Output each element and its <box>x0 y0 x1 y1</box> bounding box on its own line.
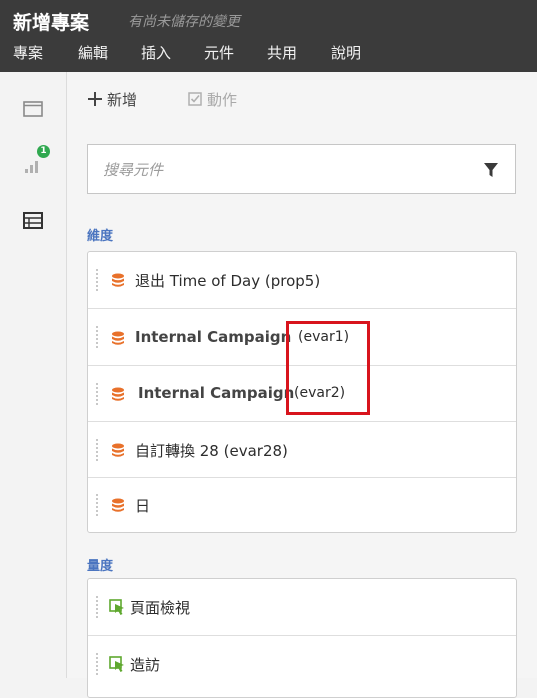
dimension-label: 自訂轉換 28 (evar28) <box>135 442 288 460</box>
metric-label: 頁面檢視 <box>130 599 191 617</box>
checkbox-icon <box>188 92 202 106</box>
list-item[interactable]: 退出 Time of Day (prop5) <box>88 252 516 309</box>
list-item[interactable]: Internal Campaign (evar2) <box>88 366 516 422</box>
dimension-id: (evar1) <box>298 329 350 345</box>
rail-components-button[interactable] <box>0 200 66 240</box>
drag-handle[interactable] <box>96 494 101 516</box>
dimension-icon <box>112 331 124 345</box>
metric-icon <box>109 599 124 615</box>
drag-handle[interactable] <box>96 653 101 675</box>
list-item[interactable]: 造訪 <box>88 636 516 693</box>
list-item[interactable]: Internal Campaign (evar1) <box>88 309 516 366</box>
metrics-list: 頁面檢視 造訪 <box>87 578 517 698</box>
search-input[interactable] <box>101 158 465 182</box>
menu-insert[interactable]: 插入 <box>141 42 171 63</box>
project-title: 新增專案 <box>13 12 90 34</box>
dimension-icon <box>112 498 124 512</box>
drag-handle[interactable] <box>96 439 101 461</box>
dimension-label: Internal Campaign <box>135 328 292 346</box>
app-header: 新增專案 有尚未儲存的變更 專案 編輯 插入 元件 共用 說明 <box>0 0 537 72</box>
metric-label: 造訪 <box>130 656 161 674</box>
menu-project[interactable]: 專案 <box>13 42 43 63</box>
action-button-label: 動作 <box>207 91 238 109</box>
drag-handle[interactable] <box>96 596 101 618</box>
menu-edit[interactable]: 編輯 <box>78 42 108 63</box>
menu-components[interactable]: 元件 <box>204 42 234 63</box>
new-button-label: 新增 <box>107 91 138 109</box>
dimension-icon <box>112 443 124 457</box>
dimensions-heading: 維度 <box>87 229 114 244</box>
dimension-icon <box>112 273 124 287</box>
dimension-label: Internal Campaign <box>138 384 295 402</box>
metrics-heading: 量度 <box>87 559 114 574</box>
dimension-label: 日 <box>135 497 151 515</box>
dimension-label: 退出 Time of Day (prop5) <box>135 272 321 290</box>
unsaved-changes-note: 有尚未儲存的變更 <box>128 14 240 30</box>
filter-icon[interactable] <box>483 162 499 178</box>
dimensions-list: 退出 Time of Day (prop5) Internal Campaign… <box>87 251 517 533</box>
components-list-icon <box>23 212 43 229</box>
notification-badge: 1 <box>37 145 50 158</box>
dimension-icon <box>112 387 124 401</box>
list-item[interactable]: 日 <box>88 478 516 532</box>
menu-help[interactable]: 說明 <box>331 42 361 63</box>
rail-visualizations-button[interactable]: 1 <box>0 144 66 184</box>
panel-toolbar: 新增 動作 <box>67 72 537 124</box>
rail-panels-button[interactable] <box>0 88 66 128</box>
list-item[interactable]: 頁面檢視 <box>88 579 516 636</box>
panel-icon <box>23 101 43 117</box>
menu-bar: 專案 編輯 插入 元件 共用 說明 <box>0 42 537 62</box>
metric-icon <box>109 656 124 672</box>
plus-icon <box>88 92 102 106</box>
dimension-id: (evar2) <box>294 385 346 401</box>
drag-handle[interactable] <box>96 269 101 291</box>
components-panel: 新增 動作 維度 退出 Time of Day (prop5) <box>67 72 537 698</box>
action-button[interactable]: 動作 <box>188 89 237 110</box>
new-button[interactable]: 新增 <box>88 89 137 110</box>
drag-handle[interactable] <box>96 326 101 348</box>
menu-share[interactable]: 共用 <box>267 42 297 63</box>
list-item[interactable]: 自訂轉換 28 (evar28) <box>88 422 516 478</box>
left-rail: 1 <box>0 72 67 678</box>
drag-handle[interactable] <box>96 383 101 405</box>
component-search <box>87 144 516 194</box>
